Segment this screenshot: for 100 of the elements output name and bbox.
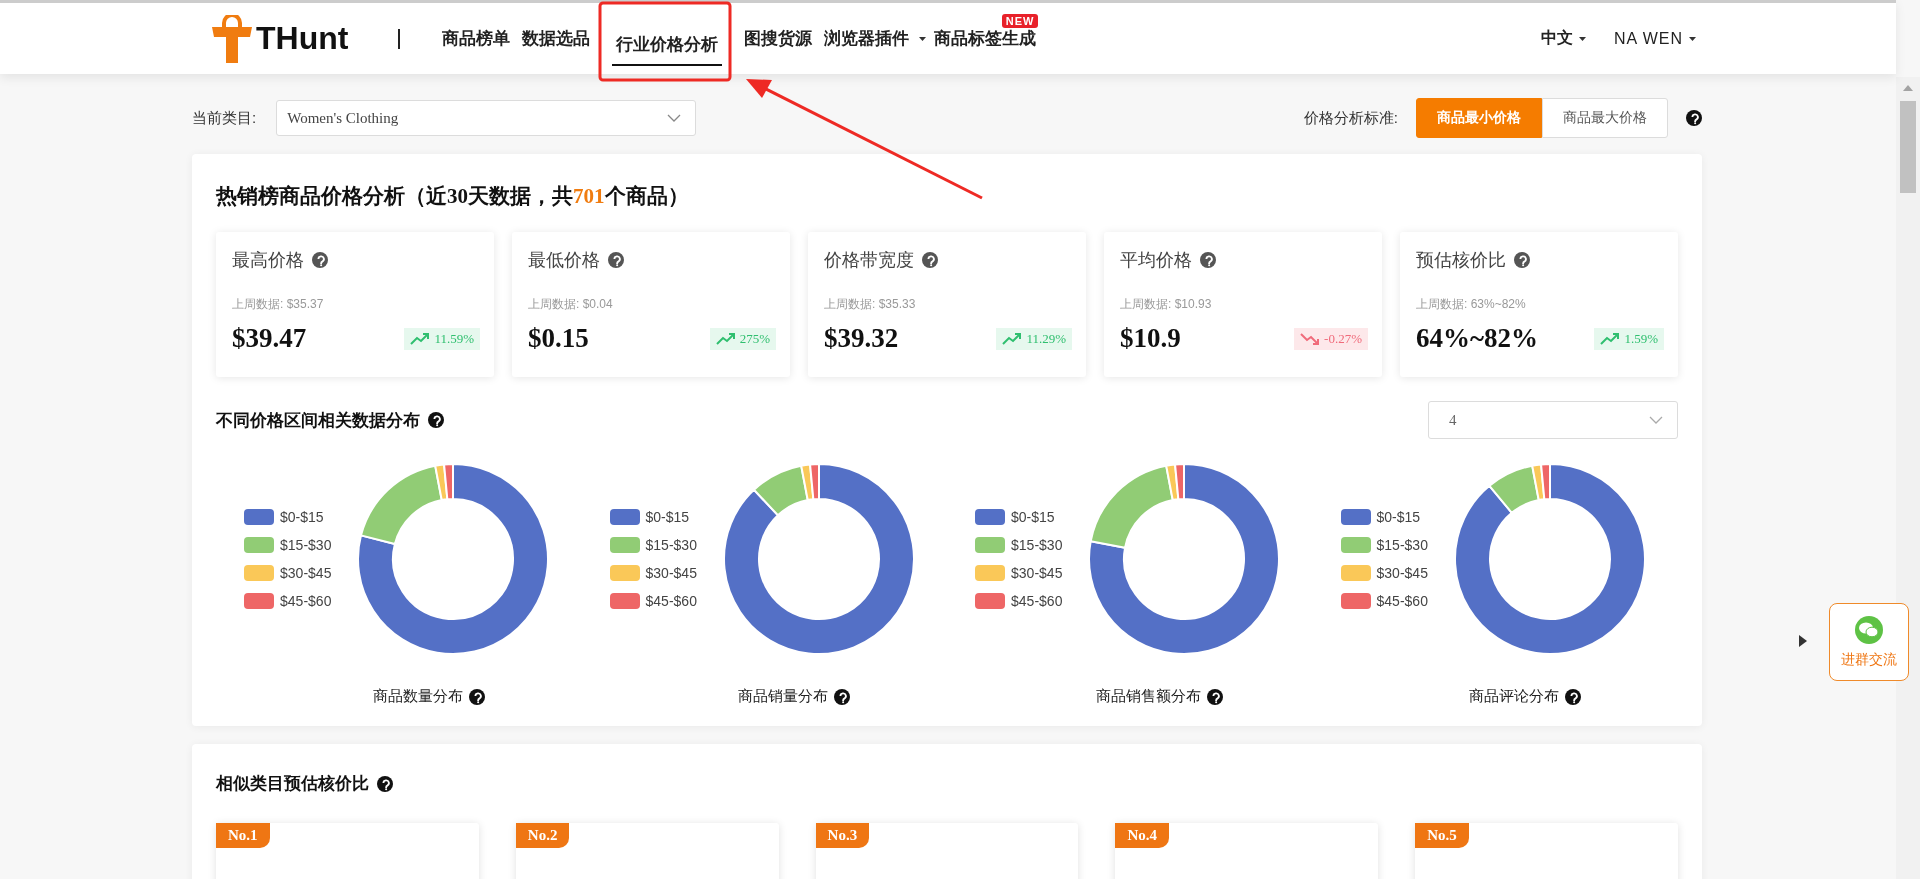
legend-label[interactable]: $45-$60 (1376, 593, 1428, 609)
change-badge: -0.27% (1294, 327, 1368, 350)
help-icon[interactable] (1565, 688, 1582, 705)
logo-text[interactable]: THunt (256, 20, 349, 57)
legend-label[interactable]: $15-$30 (1011, 537, 1063, 553)
stat-label: 最低价格 (528, 249, 600, 272)
scrollbar[interactable] (1896, 77, 1920, 879)
legend-label[interactable]: $0-$15 (1376, 509, 1421, 525)
help-icon[interactable] (922, 252, 938, 268)
help-icon[interactable] (1200, 252, 1216, 268)
legend-label[interactable]: $30-$45 (645, 565, 697, 581)
stat-value: $10.9 (1120, 323, 1181, 354)
donut-slice[interactable] (357, 463, 550, 655)
caret-icon[interactable] (1578, 36, 1586, 41)
legend-swatch[interactable] (244, 565, 275, 581)
trend-up-icon (1600, 331, 1621, 346)
rank-badge: No.2 (515, 823, 570, 848)
donut-slice[interactable] (1453, 463, 1646, 655)
legend-swatch[interactable] (1340, 593, 1371, 609)
legend-swatch[interactable] (975, 537, 1006, 553)
user-menu[interactable]: NA WEN (1613, 28, 1696, 49)
nav-tab[interactable]: 浏览器插件 (820, 24, 914, 53)
legend-label[interactable]: $30-$45 (280, 565, 332, 581)
change-badge: 11.59% (404, 327, 480, 350)
legend-label[interactable]: $0-$15 (645, 509, 690, 525)
legend-swatch[interactable] (244, 593, 275, 609)
chart-caption: 商品销售额分布 (1096, 687, 1202, 706)
nav-tab[interactable]: 行业价格分析 (612, 22, 723, 69)
donut-slice[interactable] (1088, 463, 1281, 655)
chart-caption: 商品销量分布 (738, 687, 829, 706)
legend-swatch[interactable] (609, 537, 640, 553)
help-icon[interactable] (468, 688, 485, 705)
help-icon[interactable] (428, 412, 444, 428)
donut-slice[interactable] (1488, 464, 1540, 514)
stat-value: 64%~82% (1416, 323, 1539, 354)
last-week-value: 上周数据: $0.04 (528, 296, 614, 313)
legend-label[interactable]: $30-$45 (1376, 565, 1428, 581)
stat-value: $39.47 (232, 323, 307, 354)
legend-swatch[interactable] (609, 593, 640, 609)
legend-swatch[interactable] (609, 565, 640, 581)
help-icon[interactable] (608, 252, 624, 268)
scrollbar-thumb[interactable] (1900, 101, 1916, 193)
help-icon[interactable] (1514, 252, 1530, 268)
change-badge: 1.59% (1594, 327, 1664, 350)
price-standard-label: 价格分析标准: (1303, 108, 1398, 128)
donut-slice[interactable] (360, 464, 444, 546)
change-badge: 275% (709, 327, 776, 350)
count-select[interactable]: 4 (1428, 401, 1678, 439)
collapse-arrow-icon[interactable] (1798, 634, 1808, 648)
legend-swatch[interactable] (1340, 565, 1371, 581)
help-icon[interactable] (834, 688, 851, 705)
legend-label[interactable]: $15-$30 (280, 537, 332, 553)
legend-swatch[interactable] (1340, 537, 1371, 553)
help-icon[interactable] (312, 252, 328, 268)
legend-label[interactable]: $0-$15 (1011, 509, 1055, 525)
chart-caption: 商品数量分布 (372, 687, 463, 706)
last-week-value: 上周数据: $35.33 (824, 296, 917, 313)
stat-label: 价格带宽度 (824, 249, 914, 272)
trend-up-icon (1002, 331, 1023, 346)
section-subtitle: 不同价格区间相关数据分布 (216, 409, 420, 432)
donut-slice[interactable] (1174, 463, 1186, 501)
donut-slice[interactable] (723, 463, 915, 655)
legend-swatch[interactable] (1340, 509, 1371, 525)
legend-swatch[interactable] (975, 509, 1006, 525)
legend-label[interactable]: $45-$60 (280, 593, 332, 609)
legend-swatch[interactable] (975, 565, 1006, 581)
legend-label[interactable]: $30-$45 (1011, 565, 1063, 581)
legend-swatch[interactable] (609, 509, 640, 525)
stat-label: 最高价格 (232, 249, 304, 272)
legend-swatch[interactable] (975, 593, 1006, 609)
donut-slice[interactable] (809, 463, 820, 501)
donut-slice[interactable] (1540, 463, 1551, 501)
donut-slice[interactable] (443, 463, 455, 501)
category-select[interactable]: Women's Clothing (276, 100, 697, 136)
caret-icon[interactable] (919, 36, 927, 41)
legend-label[interactable]: $45-$60 (645, 593, 697, 609)
legend-swatch[interactable] (244, 537, 275, 553)
donut-slice[interactable] (752, 464, 809, 517)
shopping-bag-logo-icon (212, 14, 252, 63)
legend-label[interactable]: $45-$60 (1011, 593, 1063, 609)
legend-label[interactable]: $15-$30 (645, 537, 697, 553)
help-icon[interactable] (377, 775, 393, 792)
stat-label: 预估核价比 (1416, 249, 1506, 272)
section-subtitle: 相似类目预估核价比 (216, 773, 369, 795)
legend-label[interactable]: $0-$15 (280, 509, 324, 525)
last-week-value: 上周数据: $10.93 (1120, 296, 1213, 313)
nav-tab[interactable]: 图搜货源 (740, 24, 817, 53)
help-icon[interactable] (1686, 110, 1702, 126)
nav-tab[interactable]: 数据选品 (518, 24, 595, 53)
legend-label[interactable]: $15-$30 (1376, 537, 1428, 553)
help-icon[interactable] (1207, 688, 1224, 705)
rank-badge: No.3 (815, 823, 870, 848)
new-badge: NEW (1001, 14, 1039, 28)
legend-swatch[interactable] (244, 509, 275, 525)
caret-icon[interactable] (1689, 36, 1696, 41)
price-standard-toggle[interactable]: 商品最大价格 (1542, 98, 1668, 138)
chevron-down-icon[interactable] (667, 114, 682, 122)
stat-value: $39.32 (824, 323, 899, 354)
language-dropdown[interactable]: 中文 (1540, 28, 1586, 49)
nav-tab[interactable]: 商品榜单 (438, 24, 515, 53)
